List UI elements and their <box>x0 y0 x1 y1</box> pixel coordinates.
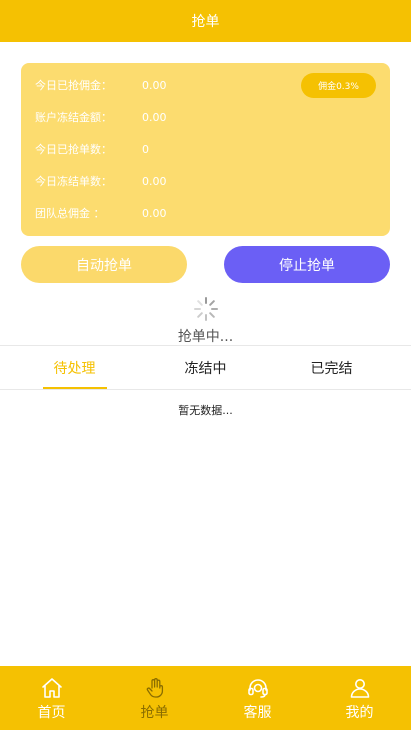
empty-state-text: 暂无数据... <box>178 404 233 417</box>
stat-label: 今日已抢佣金： <box>35 79 112 92</box>
stat-row-frozen-amount: 账户冻结金额： 0.00 <box>35 108 167 126</box>
stat-value: 0.00 <box>142 206 167 220</box>
stat-label: 今日已抢单数： <box>35 143 112 156</box>
stat-value: 0 <box>142 142 149 156</box>
stat-label: 团队总佣金 ： <box>35 207 105 220</box>
stat-value: 0.00 <box>142 174 167 188</box>
nav-item-mine[interactable]: 我的 <box>308 666 411 730</box>
loading-text: 抢单中... <box>177 329 234 345</box>
hand-icon <box>146 678 163 698</box>
tab-completed[interactable]: 已完结 <box>263 346 400 389</box>
nav-label: 首页 <box>37 705 66 721</box>
nav-item-service[interactable]: 客服 <box>206 666 309 730</box>
stat-row-today-orders: 今日已抢单数： 0 <box>35 140 149 158</box>
headset-icon <box>247 679 268 698</box>
active-tab-indicator <box>43 387 107 389</box>
home-icon <box>41 678 62 698</box>
stats-card: 今日已抢佣金： 0.00 账户冻结金额： 0.00 今日已抢单数： 0 今日冻结… <box>21 63 390 236</box>
loading-spinner-icon <box>194 297 218 321</box>
tab-frozen[interactable]: 冻结中 <box>137 346 274 389</box>
stat-value: 0.00 <box>142 78 167 92</box>
page-title: 抢单 <box>191 14 220 30</box>
stat-value: 0.00 <box>142 110 167 124</box>
header-bar: 抢单 <box>0 0 411 42</box>
stat-row-today-commission: 今日已抢佣金： 0.00 <box>35 76 167 94</box>
commission-rate-badge: 佣金0.3% <box>301 73 376 98</box>
nav-item-home[interactable]: 首页 <box>0 666 103 730</box>
stat-row-frozen-orders: 今日冻结单数： 0.00 <box>35 172 167 190</box>
stop-grab-button[interactable]: 停止抢单 <box>224 246 390 283</box>
stat-label: 今日冻结单数： <box>35 175 112 188</box>
order-tabs: 待处理 冻结中 已完结 <box>0 345 411 390</box>
stat-label: 账户冻结金额： <box>35 111 112 124</box>
stat-row-team-commission: 团队总佣金 ： 0.00 <box>35 204 167 222</box>
nav-label: 我的 <box>345 705 374 721</box>
nav-item-grab[interactable]: 抢单 <box>103 666 206 730</box>
auto-grab-button[interactable]: 自动抢单 <box>21 246 187 283</box>
tab-pending[interactable]: 待处理 <box>6 346 143 389</box>
nav-label: 客服 <box>243 705 272 721</box>
nav-label: 抢单 <box>140 705 169 721</box>
user-icon <box>350 679 369 698</box>
bottom-nav: 首页 抢单 客服 我的 <box>0 666 411 730</box>
